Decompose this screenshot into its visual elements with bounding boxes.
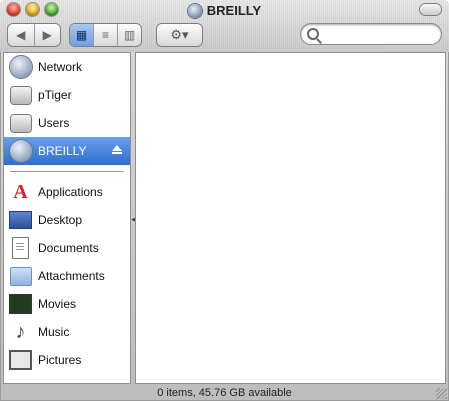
sidebar-item-label: pTiger <box>38 88 72 102</box>
toolbar-toggle-button[interactable] <box>420 4 441 15</box>
sidebar-item-breilly[interactable]: BREILLY <box>4 137 130 165</box>
action-menu-control: ⚙▾ <box>157 24 202 46</box>
sidebar-divider <box>10 171 124 172</box>
back-arrow-icon: ◀ <box>16 28 26 42</box>
network-globe-icon <box>9 56 32 79</box>
file-content-area[interactable] <box>135 52 446 384</box>
view-mode-control: ▦ ≡ ▥ <box>70 24 141 46</box>
sidebar-item-desktop[interactable]: Desktop <box>4 206 130 234</box>
sidebar-item-music[interactable]: ♪ Music <box>4 318 130 346</box>
list-view-button[interactable]: ≡ <box>93 24 117 46</box>
window-title-area: BREILLY <box>0 3 449 18</box>
action-menu-button[interactable]: ⚙▾ <box>157 24 202 46</box>
pictures-icon <box>9 349 32 372</box>
window-title: BREILLY <box>206 3 262 18</box>
resize-grip-icon[interactable] <box>436 388 447 399</box>
column-view-button[interactable]: ▥ <box>117 24 141 46</box>
applications-icon: A <box>13 180 28 203</box>
toolbar: ◀ ▶ ▦ ≡ ▥ ⚙▾ <box>0 24 449 48</box>
sidebar-item-label: Desktop <box>38 213 83 227</box>
search-icon <box>307 28 319 40</box>
icon-view-icon: ▦ <box>75 28 88 42</box>
sidebar-item-movies[interactable]: Movies <box>4 290 130 318</box>
movies-icon <box>9 293 32 316</box>
documents-icon <box>9 237 32 260</box>
sidebar-item-label: Music <box>38 325 70 339</box>
sidebar-item-applications[interactable]: A Applications <box>4 178 130 206</box>
sidebar-item-label: BREILLY <box>38 144 87 158</box>
icon-view-button[interactable]: ▦ <box>70 24 93 46</box>
music-icon: ♪ <box>15 320 26 343</box>
gear-icon: ⚙▾ <box>170 27 189 42</box>
back-button[interactable]: ◀ <box>8 24 34 46</box>
eject-icon[interactable] <box>112 145 122 154</box>
search-field <box>301 24 441 44</box>
hard-disk-icon <box>9 112 32 135</box>
forward-button[interactable]: ▶ <box>33 24 61 46</box>
list-view-icon: ≡ <box>101 28 109 42</box>
hard-disk-icon <box>9 84 32 107</box>
sidebar-item-ptiger[interactable]: pTiger <box>4 81 130 109</box>
sidebar-item-attachments[interactable]: Attachments <box>4 262 130 290</box>
sidebar-item-label: Users <box>38 116 70 130</box>
back-forward-control: ◀ ▶ <box>8 24 60 46</box>
sidebar-item-users[interactable]: Users <box>4 109 130 137</box>
desktop-icon <box>9 209 32 232</box>
sidebar-item-pictures[interactable]: Pictures <box>4 346 130 374</box>
column-view-icon: ▥ <box>123 28 136 42</box>
sidebar-item-label: Attachments <box>38 269 105 283</box>
sidebar: Network pTiger Users BREILLY A Applicati… <box>3 52 131 384</box>
finder-window: BREILLY ◀ ▶ ▦ ≡ ▥ ⚙▾ Network pTiger User… <box>0 0 449 401</box>
sidebar-item-network[interactable]: Network <box>4 53 130 81</box>
sidebar-item-label: Movies <box>38 297 77 311</box>
search-input[interactable] <box>323 26 437 44</box>
status-bar: 0 items, 45.76 GB available <box>157 387 292 399</box>
folder-icon <box>9 265 32 288</box>
sidebar-item-documents[interactable]: Documents <box>4 234 130 262</box>
network-volume-icon <box>187 3 202 18</box>
forward-arrow-icon: ▶ <box>42 28 52 42</box>
sidebar-item-label: Network <box>38 60 83 74</box>
sidebar-item-label: Applications <box>38 185 103 199</box>
sidebar-item-label: Documents <box>38 241 99 255</box>
network-volume-icon <box>9 140 32 163</box>
sidebar-item-label: Pictures <box>38 353 82 367</box>
